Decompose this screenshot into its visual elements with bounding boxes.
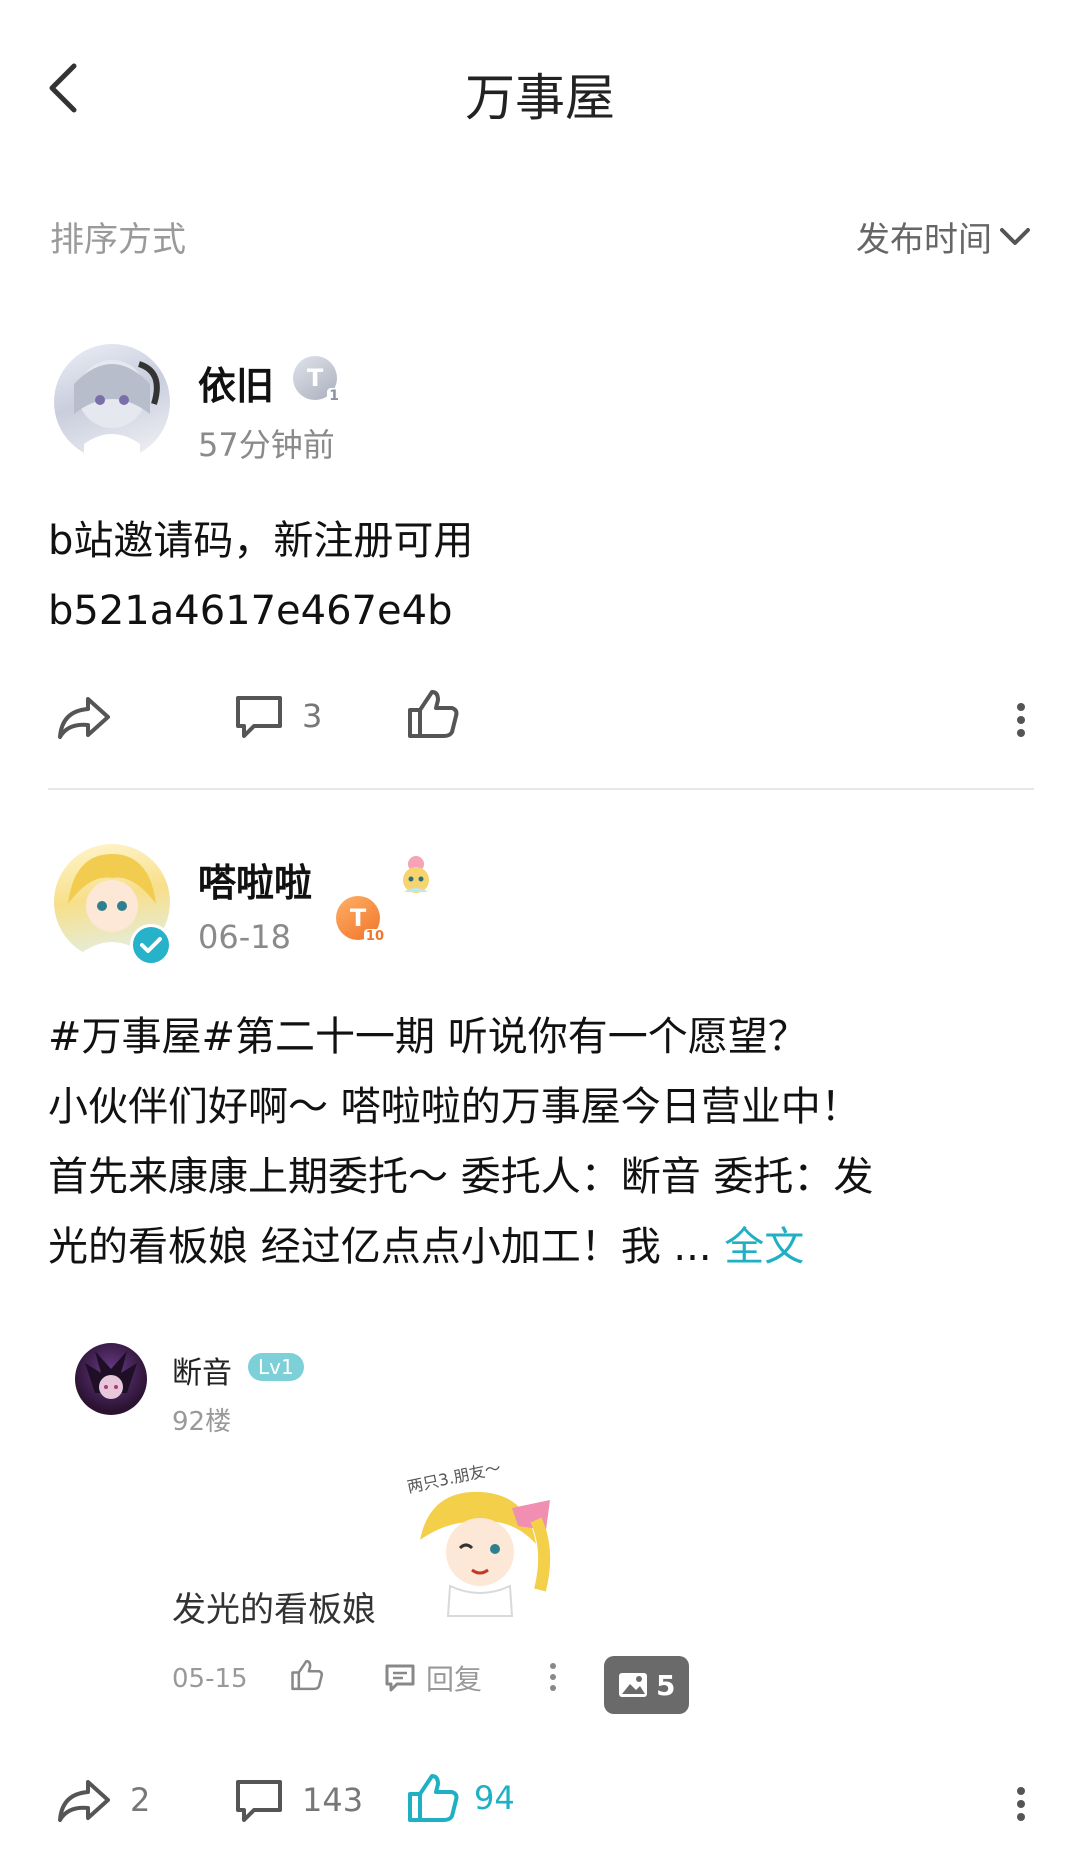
like-button[interactable]	[406, 688, 460, 740]
comment-count: 3	[302, 697, 323, 735]
image-icon	[619, 1673, 647, 1697]
comment-button[interactable]: 143	[234, 1776, 363, 1824]
more-options-button[interactable]	[1016, 698, 1026, 742]
reply-date: 05-15	[172, 1664, 248, 1694]
reply-icon	[385, 1664, 415, 1692]
post-content-line: 光的看板娘 经过亿点点小加工！我 ... 全文	[48, 1224, 805, 1270]
share-button[interactable]	[56, 693, 112, 741]
badge-level: 1	[327, 388, 341, 404]
post-content-line: b521a4617e467e4b	[48, 588, 453, 634]
share-icon	[58, 1780, 110, 1822]
sort-dropdown[interactable]: 发布时间	[856, 212, 1032, 261]
page-title: 万事屋	[465, 69, 615, 127]
reply-more-button[interactable]	[548, 1658, 558, 1696]
user-title-badge: T 1	[293, 356, 341, 404]
user-title-badge: T 10	[336, 896, 386, 944]
divider	[48, 788, 1034, 790]
reply-like-button[interactable]	[290, 1658, 324, 1692]
reply-floor: 92楼	[172, 1407, 232, 1437]
like-button[interactable]: 94	[406, 1772, 515, 1824]
reply-avatar[interactable]	[75, 1343, 147, 1415]
more-options-button[interactable]	[1016, 1782, 1026, 1826]
thumbs-up-icon	[408, 690, 459, 738]
comment-icon	[236, 696, 282, 738]
avatar[interactable]	[54, 344, 170, 460]
full-text-link[interactable]: 全文	[724, 1224, 804, 1270]
comment-icon	[236, 1780, 282, 1822]
share-count: 2	[130, 1781, 151, 1819]
post-time: 06-18	[198, 918, 291, 956]
thumbs-up-icon	[408, 1774, 459, 1822]
post-username[interactable]: 依旧	[198, 355, 274, 410]
level-badge: Lv1	[248, 1353, 304, 1381]
share-icon	[58, 697, 110, 739]
sort-label: 排序方式	[50, 220, 186, 260]
image-count-badge[interactable]: 5	[604, 1656, 690, 1714]
share-button[interactable]: 2	[56, 1776, 150, 1824]
post-username[interactable]: 嗒啦啦	[198, 852, 312, 907]
sort-value: 发布时间	[856, 220, 992, 260]
reply-username[interactable]: 断音	[172, 1348, 232, 1392]
fan-medal-icon	[394, 852, 438, 896]
post-content[interactable]: b站邀请码，新注册可用 b521a4617e467e4b	[48, 506, 1038, 646]
post-content[interactable]: #万事屋#第二十一期 听说你有一个愿望？ 小伙伴们好啊～ 嗒啦啦的万事屋今日营业…	[48, 1002, 1048, 1282]
sticker-image: 两只3.朋友～	[400, 1458, 560, 1620]
image-count: 5	[656, 1668, 676, 1702]
post-content-line: 小伙伴们好啊～ 嗒啦啦的万事屋今日营业中！	[48, 1084, 861, 1130]
comment-count: 143	[302, 1781, 364, 1819]
like-count: 94	[474, 1779, 515, 1817]
comment-button[interactable]: 3	[234, 692, 322, 740]
post-content-line: #万事屋#第二十一期 听说你有一个愿望？	[48, 1014, 808, 1060]
reply-button[interactable]: 回复	[384, 1658, 482, 1698]
verified-icon	[130, 924, 172, 966]
post-content-line: 首先来康康上期委托～ 委托人：断音 委托：发	[48, 1154, 874, 1200]
badge-level: 10	[363, 929, 386, 944]
thumbs-up-icon	[291, 1659, 324, 1691]
post-time: 57分钟前	[198, 426, 335, 464]
reply-label: 回复	[426, 1663, 483, 1696]
post-content-line: b站邀请码，新注册可用	[48, 518, 474, 564]
chevron-down-icon	[1000, 227, 1030, 245]
reply-text: 发光的看板娘	[172, 1590, 376, 1630]
